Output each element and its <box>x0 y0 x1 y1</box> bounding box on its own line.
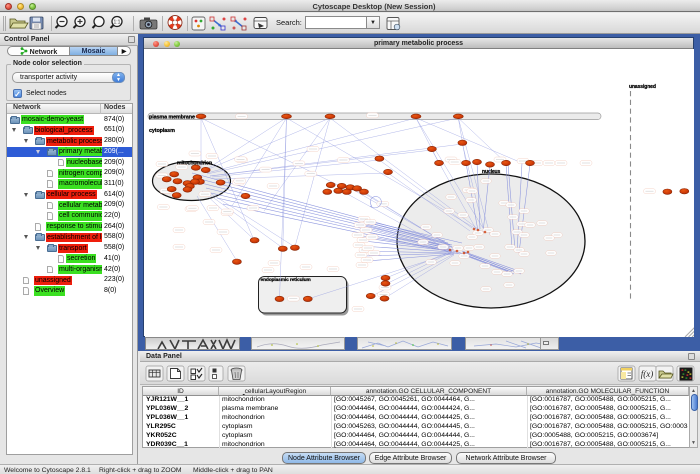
svg-text:endoplasmic reticulum: endoplasmic reticulum <box>261 277 311 283</box>
svg-text:cytoplasm: cytoplasm <box>149 128 175 134</box>
svg-text:plasma membrane: plasma membrane <box>149 114 195 120</box>
svg-text:f(x): f(x) <box>641 369 654 379</box>
svg-text:1:1: 1:1 <box>114 20 121 26</box>
svg-text:unassigned: unassigned <box>629 84 656 90</box>
svg-text:nucleus: nucleus <box>482 169 501 175</box>
